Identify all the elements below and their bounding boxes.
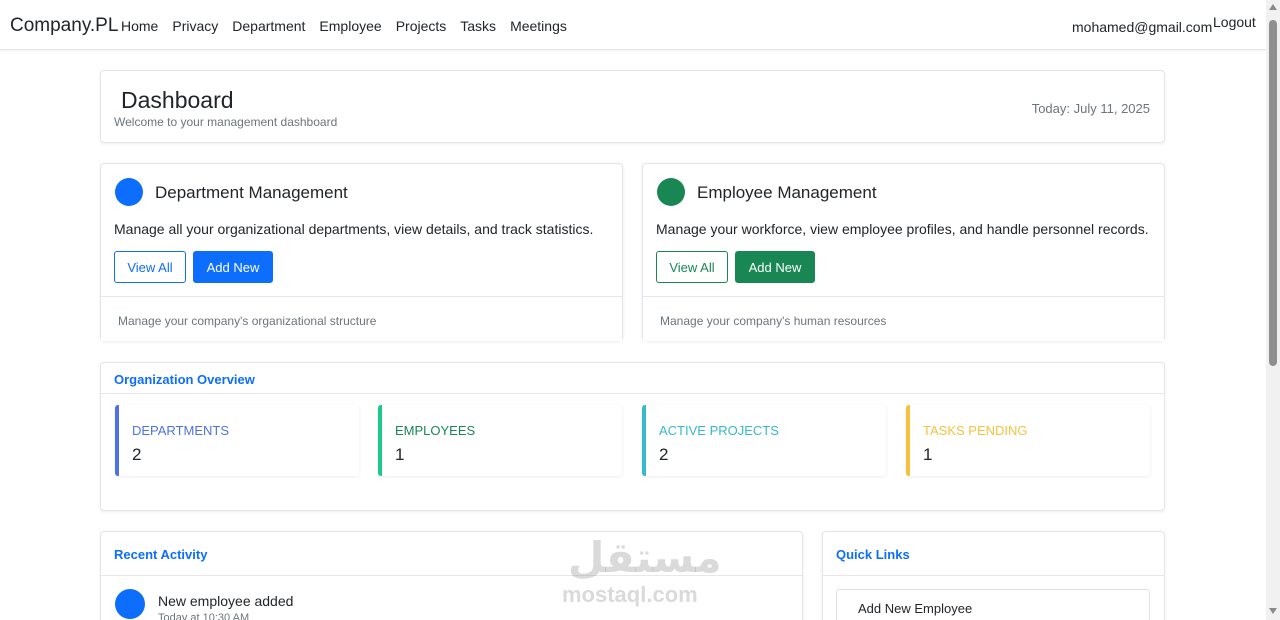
- scroll-up-arrow-icon[interactable]: [1269, 4, 1277, 10]
- stat-label: Tasks Pending: [923, 423, 1028, 438]
- nav-link-projects[interactable]: Projects: [396, 18, 447, 34]
- organization-overview-card: Organization Overview Departments 2 Empl…: [100, 362, 1165, 511]
- stat-active-projects: Active Projects 2: [642, 405, 886, 476]
- recent-activity-title: Recent Activity: [114, 547, 208, 562]
- quick-links-card: Quick Links Add New Employee: [822, 531, 1165, 620]
- logout-link[interactable]: Logout: [1213, 14, 1256, 30]
- page-subtitle: Welcome to your management dashboard: [114, 115, 338, 129]
- employee-card-footer: Manage your company's human resources: [643, 296, 1164, 341]
- department-card-footer: Manage your company's organizational str…: [101, 296, 622, 341]
- quick-links-header: Quick Links: [823, 532, 1164, 576]
- employee-card-title: Employee Management: [697, 183, 877, 202]
- nav-link-home[interactable]: Home: [121, 18, 158, 34]
- quick-links-title: Quick Links: [836, 547, 910, 562]
- department-card-description: Manage all your organizational departmen…: [114, 221, 594, 237]
- page-title: Dashboard: [121, 87, 234, 113]
- dashboard-header-card: Dashboard Welcome to your management das…: [100, 70, 1165, 143]
- stat-value: 1: [923, 445, 933, 464]
- employee-view-all-button[interactable]: View All: [656, 251, 728, 283]
- brand-logo[interactable]: Company.PL: [10, 15, 118, 37]
- overview-title: Organization Overview: [114, 372, 255, 387]
- user-email: mohamed@gmail.com: [1072, 19, 1213, 35]
- scroll-down-arrow-icon[interactable]: [1269, 608, 1277, 614]
- nav-link-department[interactable]: Department: [232, 18, 305, 34]
- department-icon: [115, 178, 143, 206]
- department-view-all-button[interactable]: View All: [114, 251, 186, 283]
- department-add-new-button[interactable]: Add New: [193, 251, 273, 283]
- nav-links: Home Privacy Department Employee Project…: [121, 18, 581, 34]
- scroll-thumb[interactable]: [1269, 20, 1277, 366]
- nav-link-employee[interactable]: Employee: [319, 18, 381, 34]
- department-management-card: Department Management Manage all your or…: [100, 163, 623, 341]
- recent-activity-card: Recent Activity New employee added Today…: [100, 531, 803, 620]
- stat-value: 2: [132, 445, 142, 464]
- stat-value: 2: [659, 445, 669, 464]
- page-scrollbar[interactable]: [1266, 0, 1280, 620]
- stat-tasks-pending: Tasks Pending 1: [906, 405, 1150, 476]
- nav-link-meetings[interactable]: Meetings: [510, 18, 567, 34]
- recent-activity-header: Recent Activity: [101, 532, 802, 576]
- activity-title: New employee added: [158, 593, 294, 609]
- stat-label: Employees: [395, 423, 476, 438]
- stat-label: Active Projects: [659, 423, 779, 438]
- activity-time: Today at 10:30 AM: [158, 612, 250, 620]
- stat-value: 1: [395, 445, 405, 464]
- employee-add-new-button[interactable]: Add New: [735, 251, 815, 283]
- employee-management-card: Employee Management Manage your workforc…: [642, 163, 1165, 341]
- employee-icon: [657, 178, 685, 206]
- employee-card-description: Manage your workforce, view employee pro…: [656, 221, 1149, 237]
- quick-link-label: Add New Employee: [858, 601, 973, 616]
- stat-employees: Employees 1: [378, 405, 622, 476]
- today-date: Today: July 11, 2025: [1031, 101, 1150, 116]
- employee-footer-text: Manage your company's human resources: [660, 314, 887, 328]
- stat-label: Departments: [132, 423, 230, 438]
- nav-link-tasks[interactable]: Tasks: [460, 18, 496, 34]
- department-footer-text: Manage your company's organizational str…: [118, 314, 377, 328]
- nav-link-privacy[interactable]: Privacy: [172, 18, 218, 34]
- department-card-title: Department Management: [155, 183, 348, 202]
- overview-header: Organization Overview: [101, 363, 1164, 394]
- top-navbar: Company.PL Home Privacy Department Emplo…: [0, 0, 1266, 50]
- activity-user-icon: [115, 589, 145, 619]
- stat-departments: Departments 2: [115, 405, 359, 476]
- quick-link-add-employee[interactable]: Add New Employee: [836, 589, 1150, 620]
